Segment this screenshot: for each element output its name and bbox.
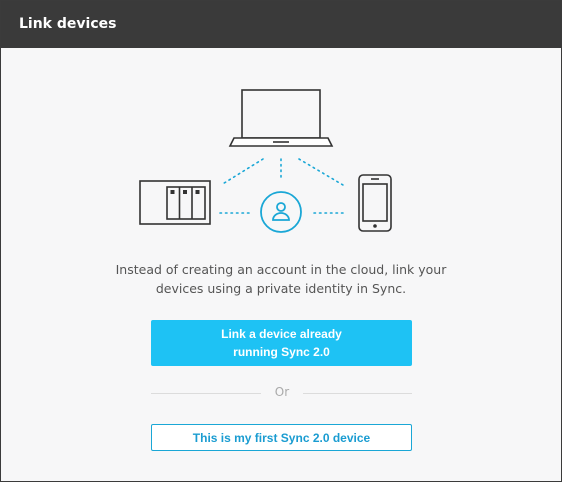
description-line-1: Instead of creating an account in the cl…	[115, 262, 447, 277]
first-device-button[interactable]: This is my first Sync 2.0 device	[151, 424, 412, 451]
connection-lines	[219, 158, 347, 214]
first-device-label: This is my first Sync 2.0 device	[192, 430, 371, 445]
nas-server-icon	[139, 180, 211, 225]
devices-illustration	[139, 89, 392, 233]
smartphone-icon	[358, 174, 392, 232]
divider-line-right	[303, 393, 412, 394]
description-text: Instead of creating an account in the cl…	[1, 260, 561, 298]
link-existing-device-button[interactable]: Link a device already running Sync 2.0	[151, 320, 412, 366]
link-existing-device-label-2: running Sync 2.0	[233, 345, 330, 359]
link-existing-device-label-1: Link a device already	[221, 327, 342, 341]
divider-line-left	[151, 393, 261, 394]
laptop-icon	[228, 89, 334, 147]
dialog-title: Link devices	[19, 16, 117, 32]
link-devices-dialog: Link devices Instead of creating an acco…	[0, 0, 562, 482]
divider-or-label: Or	[274, 385, 290, 399]
description-line-2: devices using a private identity in Sync…	[155, 281, 407, 296]
title-bar: Link devices	[1, 1, 561, 48]
identity-user-icon	[260, 191, 302, 233]
